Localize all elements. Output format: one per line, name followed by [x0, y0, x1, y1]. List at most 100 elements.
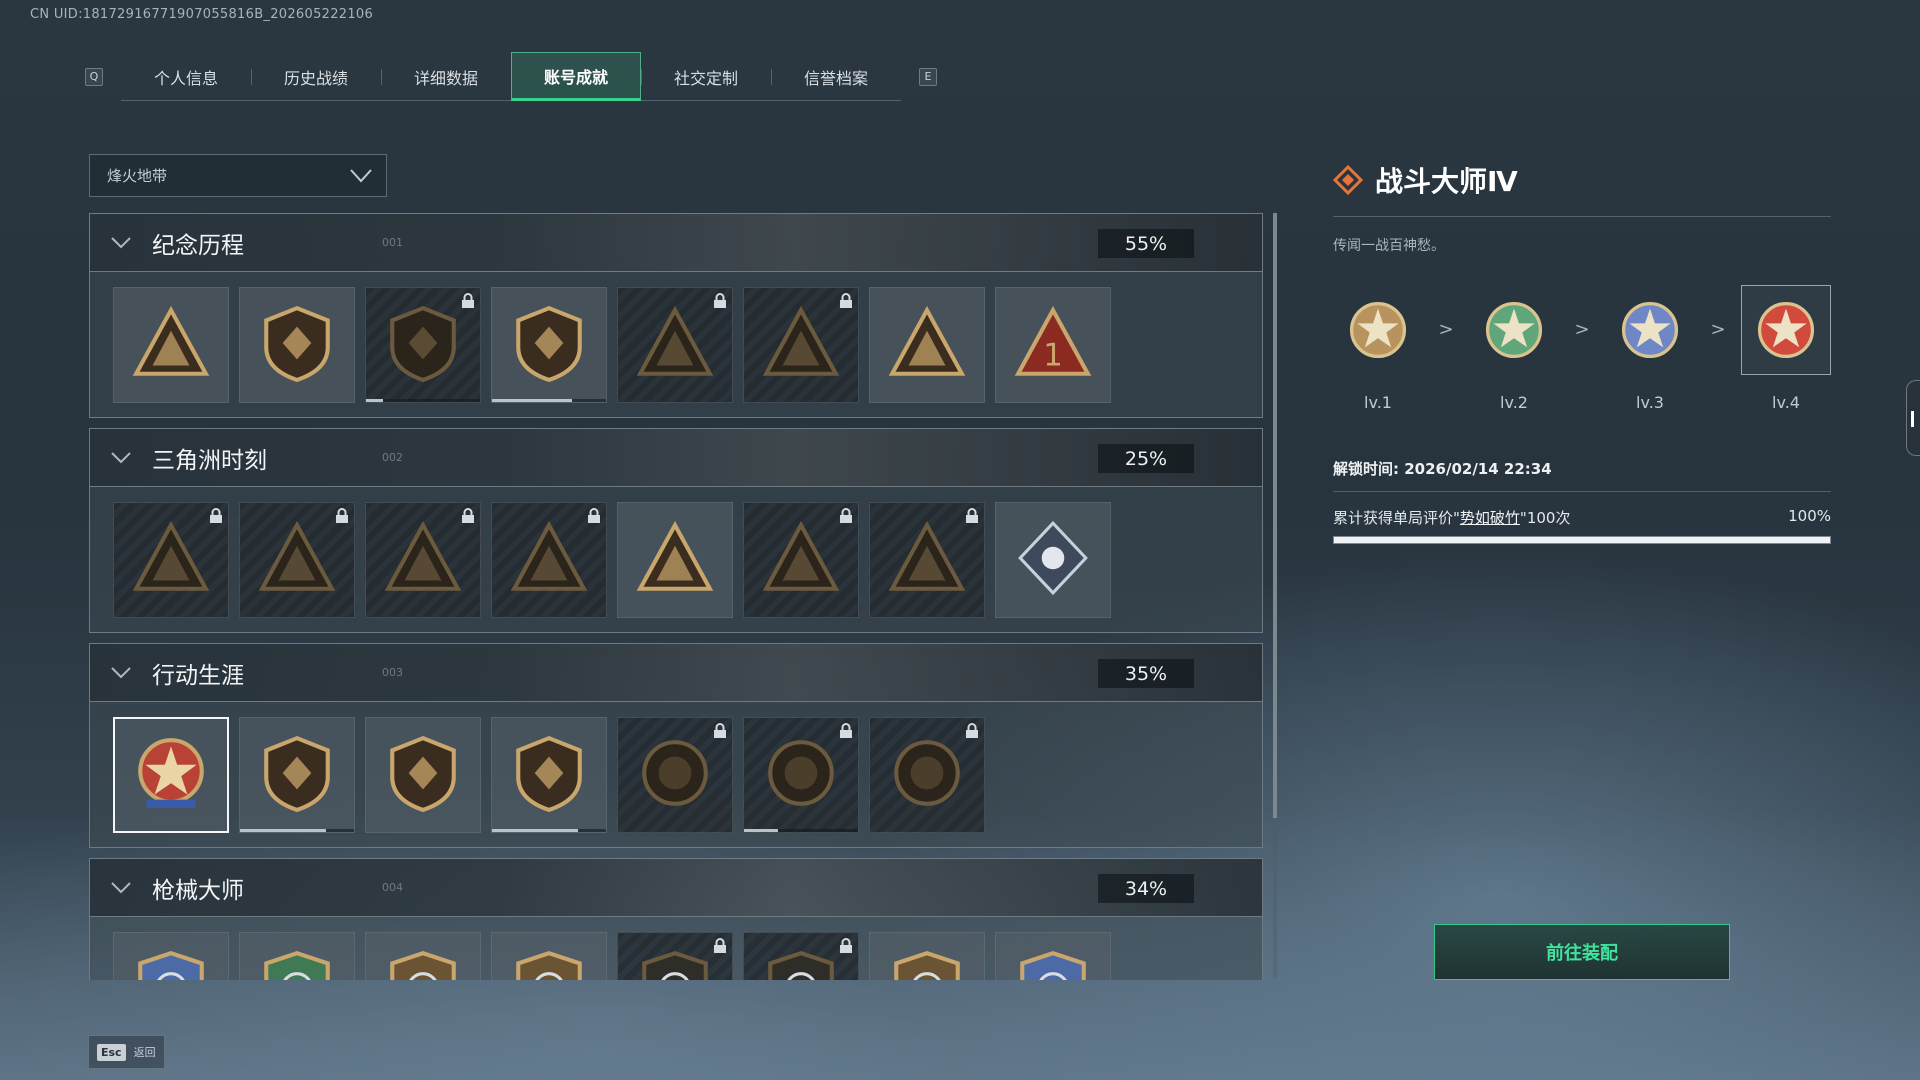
- scrollbar-thumb[interactable]: [1273, 213, 1277, 818]
- tab-history[interactable]: 历史战绩: [251, 52, 381, 101]
- achievement-badge[interactable]: [365, 717, 481, 833]
- star-medal-lv3-icon: [1605, 285, 1695, 375]
- tab-reputation[interactable]: 信誉档案: [771, 52, 901, 101]
- level-1[interactable]: lv.1: [1333, 285, 1423, 412]
- section-percent: 55%: [1098, 229, 1194, 258]
- achievement-badge[interactable]: [113, 287, 229, 403]
- badge-row: 1: [89, 272, 1263, 418]
- achievement-badge[interactable]: [617, 932, 733, 980]
- section-header[interactable]: 行动生涯 003 35%: [89, 643, 1263, 702]
- level-4[interactable]: lv.4: [1741, 285, 1831, 412]
- achievement-badge[interactable]: [491, 502, 607, 618]
- lock-icon: [461, 293, 475, 313]
- lock-icon: [839, 508, 853, 528]
- tab-social[interactable]: 社交定制: [641, 52, 771, 101]
- tab-achievements[interactable]: 账号成就: [511, 52, 641, 101]
- achievement-badge[interactable]: [113, 717, 229, 833]
- achievement-badge[interactable]: [743, 287, 859, 403]
- achievement-badge[interactable]: [869, 932, 985, 980]
- section-percent: 35%: [1098, 659, 1194, 688]
- achievement-badge[interactable]: [239, 502, 355, 618]
- lock-icon: [965, 508, 979, 528]
- wreath-triangle-icon: [508, 517, 590, 603]
- achievement-badge[interactable]: [617, 717, 733, 833]
- chevron-down-icon: [111, 666, 131, 678]
- chevron-down-icon: [111, 236, 131, 248]
- list-scrollbar[interactable]: [1273, 213, 1277, 978]
- achievement-badge[interactable]: [365, 932, 481, 980]
- soldier-triangle-icon: [760, 302, 842, 388]
- achievement-badge[interactable]: [113, 502, 229, 618]
- go-equip-button[interactable]: 前往装配: [1434, 924, 1730, 980]
- achievement-badge[interactable]: [869, 502, 985, 618]
- achievement-badge[interactable]: [365, 287, 481, 403]
- achievement-badge[interactable]: [743, 717, 859, 833]
- medic-triangle-icon: [256, 517, 338, 603]
- achievement-badge[interactable]: [743, 932, 859, 980]
- section-title: 行动生涯: [152, 662, 244, 689]
- section-header[interactable]: 纪念历程 001 55%: [89, 213, 1263, 272]
- achievement-badge[interactable]: [617, 287, 733, 403]
- achievement-badge[interactable]: [365, 502, 481, 618]
- winged-sb-icon: [508, 302, 590, 388]
- side-panel-handle[interactable]: [1906, 380, 1920, 456]
- achievement-badge[interactable]: [239, 287, 355, 403]
- achievement-badge[interactable]: [617, 502, 733, 618]
- star-medal-lv4-icon: [1741, 285, 1831, 375]
- level-2[interactable]: lv.2: [1469, 285, 1559, 412]
- badge-row: [89, 487, 1263, 633]
- achievement-badge[interactable]: [491, 932, 607, 980]
- mode-select-value: 烽火地带: [107, 167, 168, 185]
- section-index: 001: [382, 236, 403, 249]
- supply-triangle-icon: [130, 517, 212, 603]
- bronze-gun-shield-icon: [382, 947, 464, 980]
- section-delta-moments: 三角洲时刻 002 25%: [89, 428, 1263, 633]
- next-tab-key-hint[interactable]: E: [919, 67, 937, 86]
- achievement-badge[interactable]: [491, 717, 607, 833]
- uid-label: CN UID:18172916771907055816B_20260522210…: [30, 7, 374, 22]
- condition-percent: 100%: [1788, 507, 1831, 525]
- achievement-badge[interactable]: [239, 932, 355, 980]
- lock-icon: [839, 293, 853, 313]
- achievement-badge[interactable]: [491, 287, 607, 403]
- lock-icon: [839, 723, 853, 743]
- prev-tab-key-hint[interactable]: Q: [85, 67, 103, 86]
- rose-diamond-icon: [1012, 517, 1094, 603]
- achievement-list[interactable]: 纪念历程 001 55% 1 三角洲时刻 002 25% 行动生涯 003 35…: [89, 213, 1263, 980]
- squad-triangle-icon: [634, 517, 716, 603]
- back-button[interactable]: Esc 返回: [88, 1035, 165, 1069]
- section-title: 三角洲时刻: [152, 447, 267, 474]
- wings-triangle-icon: [886, 302, 968, 388]
- section-percent: 34%: [1098, 874, 1194, 903]
- skull-coin-icon: [760, 732, 842, 818]
- green-gun-shield-icon: [256, 947, 338, 980]
- bronze-gun-shield-icon: [508, 947, 590, 980]
- back-label: 返回: [133, 1046, 156, 1059]
- achievement-badge[interactable]: [743, 502, 859, 618]
- dark-gun-shield-icon: [760, 947, 842, 980]
- section-header[interactable]: 三角洲时刻 002 25%: [89, 428, 1263, 487]
- achievement-badge[interactable]: [239, 717, 355, 833]
- masked-triangle-icon: [634, 302, 716, 388]
- mode-select[interactable]: 烽火地带: [89, 154, 387, 197]
- section-title: 枪械大师: [152, 877, 244, 904]
- tab-personal-info[interactable]: 个人信息: [121, 52, 251, 101]
- achievement-badge[interactable]: [995, 502, 1111, 618]
- svg-text:1: 1: [1043, 338, 1063, 374]
- lock-icon: [713, 293, 727, 313]
- level-track: lv.1 > lv.2 > lv.3 > lv.4: [1333, 285, 1831, 412]
- tab-detailed-data[interactable]: 详细数据: [381, 52, 511, 101]
- achievement-badge[interactable]: [995, 932, 1111, 980]
- lock-icon: [461, 508, 475, 528]
- achievement-badge[interactable]: 1: [995, 287, 1111, 403]
- lock-icon: [839, 938, 853, 958]
- level-3[interactable]: lv.3: [1605, 285, 1695, 412]
- section-percent: 25%: [1098, 444, 1194, 473]
- lock-icon: [713, 723, 727, 743]
- achievement-badge[interactable]: [113, 932, 229, 980]
- chevron-down-icon: [350, 168, 372, 182]
- section-header[interactable]: 枪械大师 004 34%: [89, 858, 1263, 917]
- achievement-badge[interactable]: [869, 287, 985, 403]
- rating-keyword-link[interactable]: 势如破竹: [1460, 509, 1520, 527]
- achievement-badge[interactable]: [869, 717, 985, 833]
